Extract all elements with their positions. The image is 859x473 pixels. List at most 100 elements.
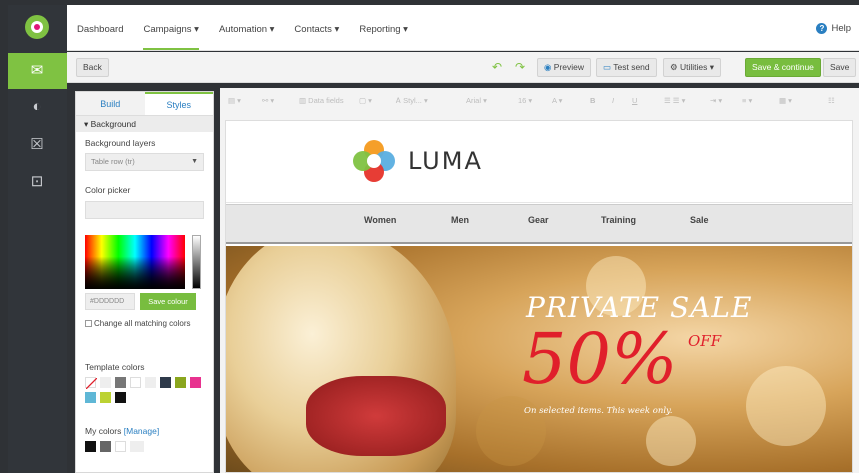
- app-logo[interactable]: [25, 15, 49, 39]
- my-color-swatch[interactable]: [130, 441, 144, 452]
- template-colors-label: Template colors: [85, 362, 145, 372]
- underline-button[interactable]: U: [632, 96, 637, 105]
- align-left-icon[interactable]: ☰ ☰ ▾: [664, 96, 685, 105]
- email-navbar[interactable]: Women Men Gear Training Sale: [226, 204, 852, 244]
- template-swatch[interactable]: [145, 377, 156, 388]
- nav-training[interactable]: Training: [601, 215, 636, 225]
- menu-campaigns[interactable]: Campaigns ▾: [143, 24, 200, 50]
- preview-button[interactable]: ◉ Preview: [537, 58, 592, 77]
- list-icon[interactable]: ≡ ▾: [742, 96, 752, 105]
- color-gradient-picker[interactable]: [85, 235, 185, 289]
- calendar-icon[interactable]: ☒: [28, 136, 46, 154]
- undo-icon[interactable]: ↶: [492, 60, 502, 74]
- font-dropdown[interactable]: Arial ▾: [466, 96, 487, 105]
- text-color-icon[interactable]: A ▾: [552, 96, 562, 105]
- panel-tabs: Build Styles: [76, 92, 213, 116]
- style-dropdown[interactable]: Ꭺ Styl... ▾: [396, 96, 428, 106]
- swatch-none[interactable]: [85, 377, 98, 390]
- report-icon[interactable]: ⊡: [28, 173, 46, 191]
- my-color-swatch[interactable]: [100, 441, 111, 452]
- back-button[interactable]: Back: [76, 58, 109, 77]
- help-icon: ?: [816, 23, 828, 34]
- template-swatch[interactable]: [175, 377, 186, 388]
- gear-icon: ⚙: [670, 62, 680, 72]
- top-navigation: Dashboard Campaigns ▾ Automation ▾ Conta…: [67, 5, 859, 51]
- bold-button[interactable]: B: [590, 96, 595, 105]
- template-swatch[interactable]: [115, 377, 126, 388]
- template-swatch[interactable]: [190, 377, 201, 388]
- luma-logo-icon: [353, 140, 395, 182]
- sidebar-item-email[interactable]: ✉: [8, 53, 67, 89]
- menu-contacts[interactable]: Contacts ▾: [294, 24, 339, 35]
- hero-banner[interactable]: PRIVATE SALE 50% OFF On selected items. …: [226, 246, 852, 472]
- template-swatch[interactable]: [85, 392, 96, 403]
- menu-automation[interactable]: Automation ▾: [219, 24, 274, 35]
- more-icon[interactable]: ▦ ▾: [779, 96, 792, 105]
- menu-reporting[interactable]: Reporting ▾: [359, 24, 408, 35]
- my-color-swatch[interactable]: [85, 441, 96, 452]
- color-picker-label: Color picker: [85, 185, 131, 195]
- save-colour-button[interactable]: Save colour: [140, 293, 196, 310]
- help-link[interactable]: ? Help: [816, 23, 851, 34]
- hero-note: On selected items. This week only.: [524, 406, 673, 416]
- nav-men[interactable]: Men: [451, 215, 469, 225]
- background-layers-value: Table row (tr): [91, 157, 135, 166]
- block-icon[interactable]: ▢ ▾: [359, 96, 372, 105]
- no-color-icon: [85, 377, 98, 390]
- utilities-button[interactable]: ⚙ Utilities ▾: [663, 58, 722, 77]
- my-color-swatch[interactable]: [115, 441, 126, 452]
- editor-toolbar: Back ↶ ↷ ◉ Preview ▭ Test send ⚙ Utiliti…: [67, 52, 859, 83]
- template-swatch[interactable]: [100, 392, 111, 403]
- email-canvas[interactable]: LUMA Women Men Gear Training Sale PRIVAT…: [225, 120, 853, 473]
- background-layers-select[interactable]: Table row (tr) ▼: [85, 153, 204, 171]
- eye-icon: ◉: [544, 62, 554, 72]
- data-fields-dropdown[interactable]: ▥ Data fields: [299, 96, 344, 105]
- help-label: Help: [831, 23, 851, 34]
- section-background[interactable]: ▾ Background: [76, 116, 213, 132]
- save-continue-button[interactable]: Save & continue: [745, 58, 821, 77]
- template-swatch[interactable]: [100, 377, 111, 388]
- tab-styles[interactable]: Styles: [144, 92, 213, 115]
- contrast-icon[interactable]: ◐: [28, 98, 46, 116]
- template-swatch[interactable]: [160, 377, 171, 388]
- manage-colors-link[interactable]: [Manage]: [124, 426, 159, 436]
- my-colors-text: My colors: [85, 426, 122, 436]
- test-send-button[interactable]: ▭ Test send: [596, 58, 657, 77]
- scarf-image: [306, 376, 446, 456]
- brightness-slider[interactable]: [192, 235, 201, 289]
- italic-button[interactable]: I: [612, 96, 614, 105]
- bokeh-light: [646, 416, 696, 466]
- color-picker-preview: [85, 201, 204, 219]
- hero-percent: 50%: [522, 318, 678, 400]
- change-all-checkbox[interactable]: Change all matching colors: [85, 319, 200, 329]
- font-label: Arial: [466, 96, 482, 105]
- size-dropdown[interactable]: 16 ▾: [518, 96, 532, 105]
- tab-build[interactable]: Build: [76, 92, 145, 115]
- nav-women[interactable]: Women: [364, 215, 396, 225]
- change-all-label: Change all matching colors: [94, 319, 191, 328]
- redo-icon[interactable]: ↷: [515, 60, 525, 74]
- my-colors-label: My colors [Manage]: [85, 426, 159, 436]
- template-swatch[interactable]: [130, 377, 141, 388]
- link-icon[interactable]: ⚯ ▾: [262, 96, 274, 105]
- email-header[interactable]: LUMA: [226, 121, 852, 203]
- preview-label: Preview: [553, 62, 585, 72]
- code-icon[interactable]: ☷: [828, 96, 835, 105]
- style-label: Styl...: [403, 96, 422, 105]
- monitor-icon: ▭: [603, 62, 614, 72]
- data-fields-label: Data fields: [308, 96, 344, 105]
- main-menu: Dashboard Campaigns ▾ Automation ▾ Conta…: [77, 24, 428, 50]
- hex-color-input[interactable]: #DDDDDD: [85, 293, 135, 310]
- nav-sale[interactable]: Sale: [690, 215, 709, 225]
- template-swatch[interactable]: [115, 392, 126, 403]
- hero-off: OFF: [688, 332, 722, 350]
- chevron-down-icon: ▼: [191, 158, 198, 165]
- paint-icon[interactable]: ▤ ▾: [228, 96, 241, 105]
- nav-gear[interactable]: Gear: [528, 215, 549, 225]
- menu-dashboard[interactable]: Dashboard: [77, 24, 123, 35]
- styles-panel: Build Styles ▾ Background Background lay…: [75, 91, 214, 473]
- save-button[interactable]: Save: [823, 58, 857, 77]
- indent-icon[interactable]: ⇥ ▾: [710, 96, 722, 105]
- background-layers-label: Background layers: [85, 138, 156, 148]
- size-label: 16: [518, 96, 527, 105]
